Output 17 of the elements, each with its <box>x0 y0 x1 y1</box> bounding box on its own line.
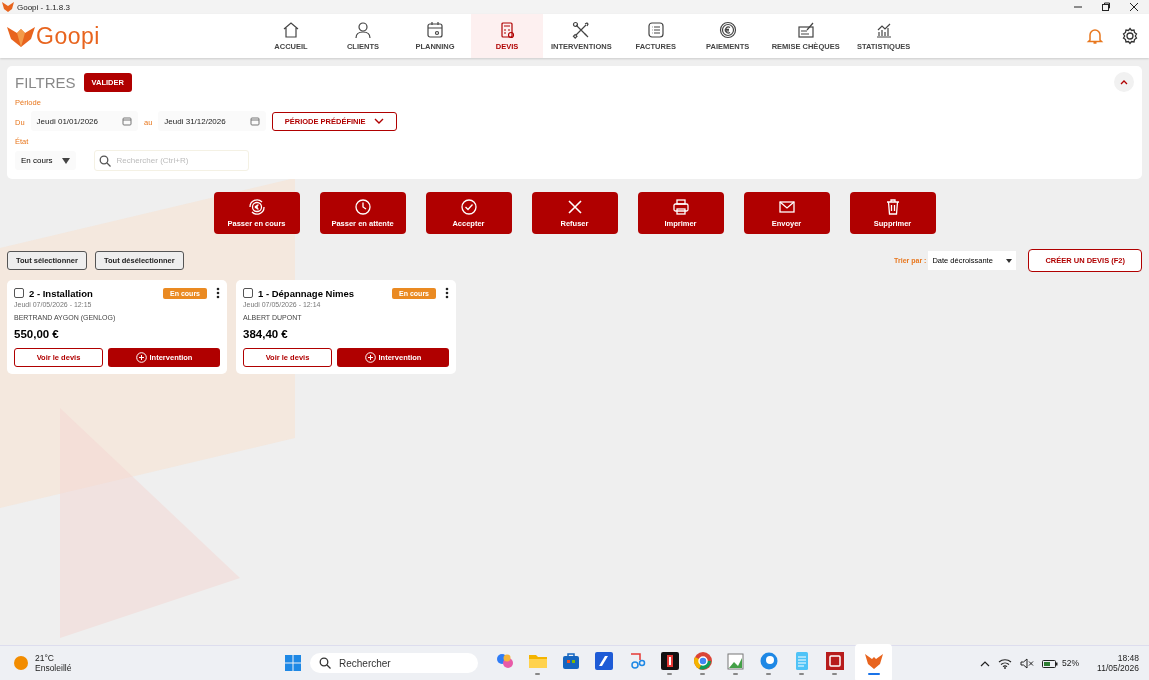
quote-amount: 550,00 € <box>14 328 60 340</box>
window-title: Goopi - 1.1.8.3 <box>17 2 70 12</box>
weather-description: Ensoleillé <box>35 663 72 673</box>
quote-title: 2 - Installation <box>29 287 93 299</box>
search-field[interactable]: Rechercher (Ctrl+R) <box>93 150 249 171</box>
state-dropdown[interactable]: En cours <box>15 151 76 170</box>
date-field[interactable]: Jeudi 01/01/2026 <box>30 111 138 131</box>
clock-date: 11/05/2026 <box>1097 663 1139 673</box>
clock-time: 18:48 <box>1117 653 1139 663</box>
taskbar-search-field[interactable]: Rechercher <box>310 653 478 673</box>
app-logo: Goopi <box>36 22 100 50</box>
date-field[interactable]: Jeudi 31/12/2026 <box>158 111 266 131</box>
quote-title: 1 - Dépannage Nimes <box>258 287 355 299</box>
filter-title: FILTRES <box>15 73 76 91</box>
battery-percentage: 52% <box>1062 658 1080 668</box>
quote-amount: 384,40 € <box>243 328 289 340</box>
weather-temperature: 21°C <box>35 653 55 663</box>
